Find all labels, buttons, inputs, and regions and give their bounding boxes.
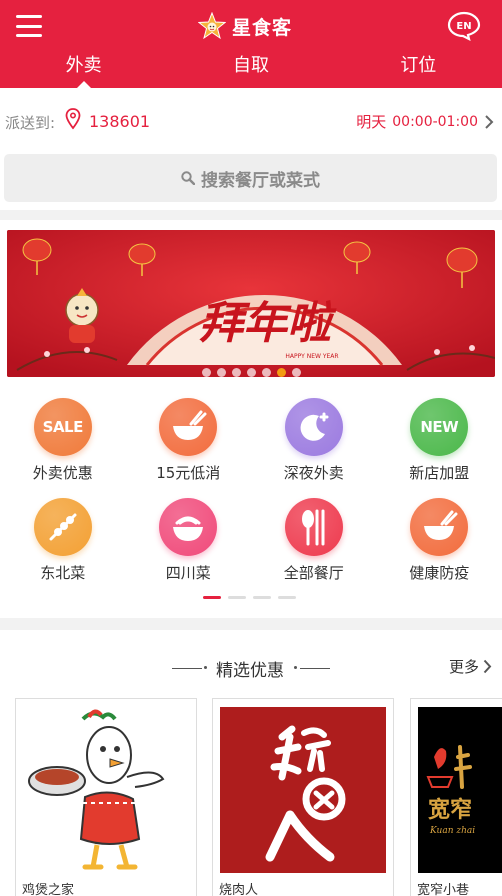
brand: 星食客 [198,12,292,40]
category-item[interactable]: 四川菜 [126,488,252,588]
sale-icon: SALE [33,398,92,456]
language-label: EN [456,21,471,32]
new-icon: NEW [410,398,469,456]
pager-dot[interactable] [228,596,246,599]
category-item[interactable]: 健康防疫 [377,488,502,588]
cutlery-icon [284,498,343,556]
delivery-info-bar: 派送到: 138601 明天 00:00-01:00 [0,88,502,156]
tab-pickup[interactable]: 自取 [167,48,334,88]
restaurant-name: 烧肉人 [219,883,259,896]
category-item[interactable]: 深夜外卖 [251,388,377,488]
category-badge: NEW [420,418,459,436]
more-link[interactable]: 更多 [449,656,492,677]
category-label: 四川菜 [165,564,211,582]
more-label: 更多 [448,658,479,676]
divider [294,666,297,669]
category-item[interactable]: 东北菜 [0,488,126,588]
restaurant-card[interactable]: 鸡煲之家 [15,698,197,896]
search-icon [181,171,195,185]
search-section: 搜索餐厅或菜式 [0,154,502,210]
promo-section: 拜年啦 HAPPY NEW YEAR SALE 外卖优惠 15元低消 深夜外卖 NEW 新… [0,220,502,618]
pager-dot[interactable] [203,596,221,599]
category-label: 15元低消 [156,464,221,482]
tab-delivery[interactable]: 外卖 [0,48,167,88]
restaurant-name: 宽窄小巷 [417,883,470,896]
banner-dots [7,368,495,377]
restaurant-card[interactable]: 宽窄 Kuan zhai 宽窄小巷 [410,698,502,896]
restaurant-name: 鸡煲之家 [22,883,75,896]
pager-dot[interactable] [278,596,296,599]
search-placeholder: 搜索餐厅或菜式 [201,170,320,191]
menu-icon[interactable] [16,15,42,37]
banner-dot[interactable] [231,368,241,377]
bowl-icon [410,498,469,556]
banner-headline: 拜年啦 [199,298,337,349]
promo-banner[interactable]: 拜年啦 HAPPY NEW YEAR [7,230,495,377]
delivery-time-selector[interactable]: 明天 00:00-01:00 [356,111,494,132]
category-label: 深夜外卖 [283,464,344,482]
bowl-icon [159,398,218,456]
category-item[interactable]: 15元低消 [126,388,252,488]
banner-dot[interactable] [276,368,286,377]
banner-dot[interactable] [246,368,256,377]
new-year-banner-image: 拜年啦 HAPPY NEW YEAR [7,230,495,377]
category-item[interactable]: NEW 新店加盟 [377,388,502,488]
location-pin-icon [65,108,81,130]
delivery-time-range: 00:00-01:00 [392,113,478,130]
chevron-right-icon [485,114,494,129]
category-label: 全部餐厅 [283,564,344,582]
chicken-logo [23,707,189,873]
tab-reservation[interactable]: 订位 [335,48,502,88]
deliver-to-label: 派送到: [5,114,56,132]
category-label: 新店加盟 [409,464,470,482]
category-label: 健康防疫 [409,564,470,582]
category-grid: SALE 外卖优惠 15元低消 深夜外卖 NEW 新店加盟 东北菜 四川菜 全部餐厅 健康防疫 [0,388,502,588]
category-pager [203,596,296,599]
banner-dot[interactable] [216,368,226,377]
banner-dot[interactable] [201,368,211,377]
divider [300,668,330,669]
restaurant-cards: 鸡煲之家 烧肉人 宽窄 Kuan zhai 宽窄小巷 [0,698,502,896]
skewer-icon [33,498,92,556]
brand-name: 星食客 [232,16,293,39]
kuanzhai-logo: 宽窄 Kuan zhai [418,707,502,873]
category-item[interactable]: 全部餐厅 [251,488,377,588]
pager-dot[interactable] [253,596,271,599]
banner-subtext: HAPPY NEW YEAR [285,353,338,360]
delivery-day: 明天 [356,113,387,131]
shaorouren-logo [220,707,386,873]
restaurant-card[interactable]: 烧肉人 [212,698,394,896]
moon-icon [284,398,343,456]
star-chef-logo [198,12,226,40]
noodle-icon [159,498,218,556]
category-label: 东北菜 [40,564,86,582]
app-header: 星食客 EN 外卖 自取 订位 [0,0,502,88]
chevron-right-icon [483,659,492,674]
featured-header: 精选优惠 更多 [0,656,502,681]
banner-dot[interactable] [261,368,271,377]
featured-section: 精选优惠 更多 鸡煲之家 烧肉人 宽窄 Kuan zhai 宽窄小巷 [0,630,502,896]
banner-dot[interactable] [291,368,301,377]
category-badge: SALE [42,418,84,436]
service-tabs: 外卖 自取 订位 [0,48,502,88]
search-input[interactable]: 搜索餐厅或菜式 [4,154,497,202]
language-switch-button[interactable]: EN [447,11,481,42]
kuanzhai-logo-text: 宽窄 [428,797,472,823]
category-item[interactable]: SALE 外卖优惠 [0,388,126,488]
category-label: 外卖优惠 [32,464,93,482]
kuanzhai-logo-subtext: Kuan zhai [429,826,475,836]
delivery-address[interactable]: 138601 [89,112,150,131]
